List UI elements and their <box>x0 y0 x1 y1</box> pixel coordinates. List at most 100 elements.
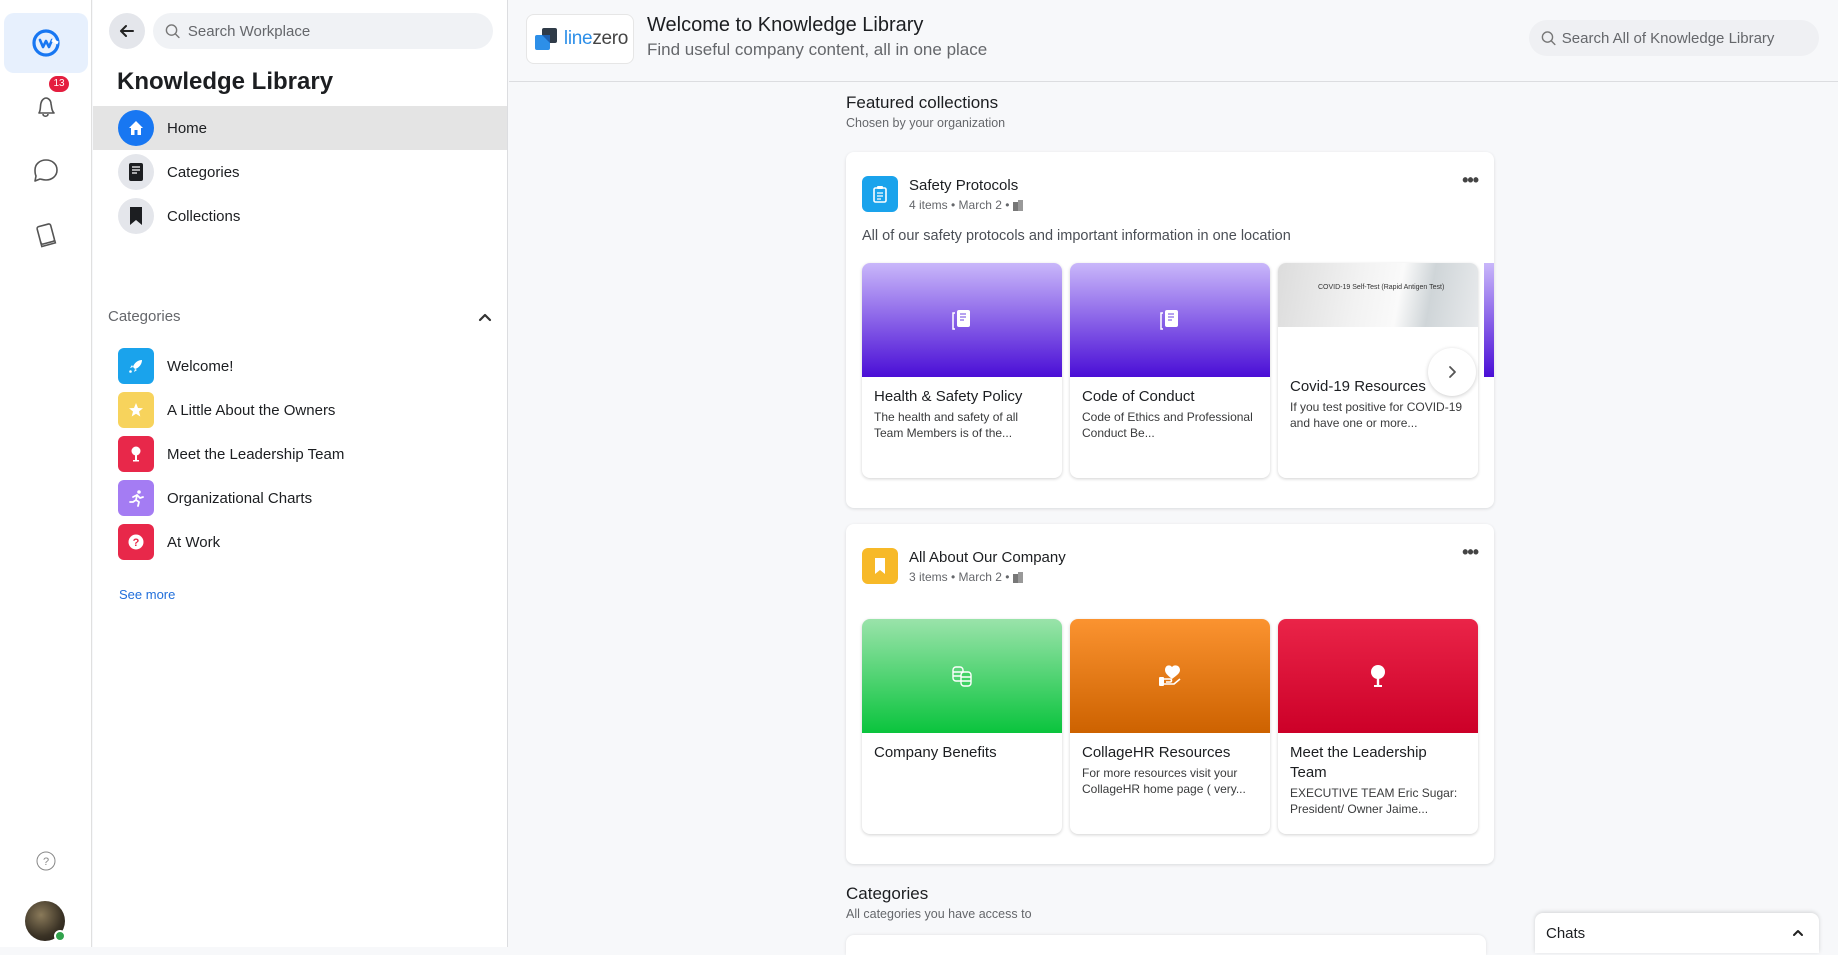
categories-panel <box>846 935 1486 955</box>
workplace-home-button[interactable] <box>4 13 88 73</box>
notifications-button[interactable]: 13 <box>4 75 88 137</box>
search-knowledge-library <box>1529 20 1819 56</box>
tree-icon <box>131 446 141 462</box>
documents-icon <box>952 310 970 330</box>
company-building-icon <box>1013 200 1024 211</box>
svg-text:?: ? <box>43 856 49 868</box>
search-workplace <box>153 13 493 49</box>
content-card[interactable]: Code of Conduct Code of Ethics and Profe… <box>1070 263 1270 478</box>
chat-button[interactable] <box>4 141 88 201</box>
card-description: For more resources visit your CollageHR … <box>1082 766 1246 796</box>
chats-panel[interactable]: Chats <box>1535 913 1819 953</box>
sidebar-title: Knowledge Library <box>117 68 334 95</box>
notification-badge: 13 <box>48 75 70 93</box>
chevron-up-icon[interactable] <box>477 309 493 325</box>
chevron-up-icon[interactable] <box>1791 926 1805 940</box>
more-options-button[interactable]: ••• <box>1462 542 1479 563</box>
help-button[interactable]: ? <box>4 841 88 881</box>
nav-label: Collections <box>167 207 241 225</box>
card-description: If you test positive for COVID-19 and ha… <box>1290 400 1463 430</box>
categories-heading: Categories <box>108 308 181 325</box>
star-icon <box>129 403 143 417</box>
workplace-logo-icon <box>32 29 60 57</box>
content-card[interactable]: Company Benefits <box>862 619 1062 834</box>
category-item-leadership[interactable]: Meet the Leadership Team <box>118 432 344 476</box>
page-title: Welcome to Knowledge Library <box>647 14 924 36</box>
categories-section-subtitle: All categories you have access to <box>846 907 1032 921</box>
nav-label: Home <box>167 119 208 137</box>
more-options-button[interactable]: ••• <box>1462 170 1479 191</box>
page-subtitle: Find useful company content, all in one … <box>647 40 988 59</box>
see-more-link[interactable]: See more <box>119 587 175 602</box>
category-label: At Work <box>167 533 221 551</box>
sidebar: Knowledge Library Home Categories Collec… <box>93 0 508 947</box>
collection-cards: Company Benefits CollageHR Resources For… <box>862 619 1478 834</box>
content-card[interactable]: CollageHR Resources For more resources v… <box>1070 619 1270 834</box>
collection-description: All of our safety protocols and importan… <box>862 228 1291 244</box>
bookmark-icon <box>130 207 142 225</box>
category-item-welcome[interactable]: Welcome! <box>118 344 344 388</box>
collection-meta: 3 items • March 2 • <box>909 570 1010 584</box>
home-icon <box>129 121 143 135</box>
card-title: Company Benefits <box>874 744 997 761</box>
rocket-icon <box>129 360 142 373</box>
collection-title[interactable]: Safety Protocols <box>909 177 1018 194</box>
tree-icon <box>1371 665 1385 687</box>
content-card[interactable]: Meet the Leadership Team EXECUTIVE TEAM … <box>1278 619 1478 834</box>
search-icon <box>165 24 180 39</box>
coins-icon <box>952 666 972 687</box>
category-item-owners[interactable]: A Little About the Owners <box>118 388 344 432</box>
category-label: A Little About the Owners <box>167 401 336 419</box>
back-button[interactable] <box>109 13 145 49</box>
card-title: Meet the Leadership Team <box>1290 744 1427 781</box>
help-icon: ? <box>36 851 56 871</box>
card-title: Health & Safety Policy <box>874 388 1023 405</box>
category-list: Welcome! A Little About the Owners Meet … <box>118 344 344 564</box>
card-title: CollageHR Resources <box>1082 744 1231 761</box>
chat-bubble-icon <box>34 159 58 182</box>
heart-hand-icon <box>1159 665 1181 686</box>
card-description: Code of Ethics and Professional Conduct … <box>1082 410 1253 440</box>
categories-header[interactable]: Categories <box>108 308 493 325</box>
search-knowledge-library-input[interactable] <box>1561 29 1819 47</box>
featured-collections-title: Featured collections <box>846 93 999 112</box>
document-icon <box>129 163 143 181</box>
collection-cards: Health & Safety Policy The health and sa… <box>862 263 1478 478</box>
book-icon <box>36 223 57 248</box>
category-label: Organizational Charts <box>167 489 313 507</box>
nav-item-home[interactable]: Home <box>93 106 507 150</box>
user-avatar[interactable] <box>25 901 66 942</box>
categories-section-title: Categories <box>846 884 929 903</box>
chats-label: Chats <box>1546 924 1586 942</box>
card-title: Code of Conduct <box>1082 388 1195 405</box>
nav-item-categories[interactable]: Categories <box>93 150 507 194</box>
featured-collections-subtitle: Chosen by your organization <box>846 116 1006 130</box>
content-card[interactable]: Health & Safety Policy The health and sa… <box>862 263 1062 478</box>
bell-icon <box>38 97 55 118</box>
company-building-icon <box>1013 572 1024 583</box>
nav-item-collections[interactable]: Collections <box>93 194 507 238</box>
company-logo: linezero <box>526 14 634 64</box>
svg-text:?: ? <box>133 537 140 549</box>
card-description: The health and safety of all Team Member… <box>874 410 1019 440</box>
bookmark-icon <box>875 558 885 574</box>
search-workplace-input[interactable] <box>187 22 493 40</box>
category-item-at-work[interactable]: ? At Work <box>118 520 344 564</box>
collection-safety-protocols: Safety Protocols 4 items • March 2 • •••… <box>846 152 1494 508</box>
knowledge-library-button[interactable] <box>4 205 88 265</box>
card-description: EXECUTIVE TEAM Eric Sugar: President/ Ow… <box>1290 786 1458 816</box>
collection-title[interactable]: All About Our Company <box>909 549 1066 566</box>
category-label: Welcome! <box>167 357 234 375</box>
category-item-org-charts[interactable]: Organizational Charts <box>118 476 344 520</box>
online-status-dot <box>54 930 66 942</box>
page-header: linezero Welcome to Knowledge Library Fi… <box>509 0 1838 82</box>
clipboard-icon <box>873 186 887 203</box>
category-label: Meet the Leadership Team <box>167 445 345 463</box>
carousel-next-button[interactable] <box>1428 348 1476 396</box>
question-icon: ? <box>128 534 144 550</box>
collection-meta: 4 items • March 2 • <box>909 198 1010 212</box>
chevron-right-icon <box>1449 366 1456 378</box>
documents-icon <box>1160 310 1178 330</box>
content-card-partial[interactable] <box>1484 263 1494 479</box>
arrow-left-icon <box>120 25 134 37</box>
